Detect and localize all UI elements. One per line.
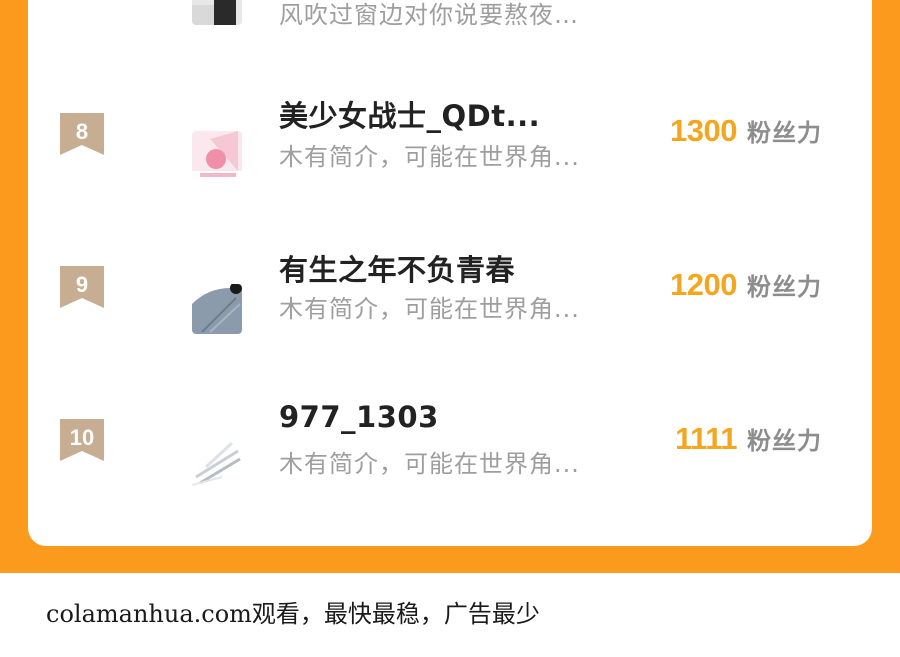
user-description: 木有简介，可能在世界角...	[279, 143, 580, 171]
fans-unit: 粉丝力	[747, 119, 822, 147]
list-item[interactable]: 8 美少女战士_QDt... 木有简介，可能在世界角... 1300 粉丝力	[28, 93, 872, 203]
ranking-card: 风吹过窗边对你说要熬夜… 8 美少女战士_QDt... 木有简介，可能在世界角.…	[28, 0, 872, 546]
user-description: 风吹过窗边对你说要熬夜…	[279, 1, 579, 29]
list-item[interactable]: 风吹过窗边对你说要熬夜…	[28, 0, 872, 50]
rank-badge: 9	[60, 266, 104, 310]
avatar[interactable]	[192, 437, 242, 487]
fans-score: 1300 粉丝力	[670, 113, 822, 149]
avatar[interactable]	[192, 131, 242, 181]
user-name[interactable]: 美少女战士_QDt...	[279, 93, 540, 135]
fans-unit: 粉丝力	[747, 273, 822, 301]
user-description: 木有简介，可能在世界角...	[279, 450, 580, 478]
rank-badge: 10	[60, 419, 104, 463]
fans-score: 1111 粉丝力	[675, 421, 822, 457]
user-description: 木有简介，可能在世界角...	[279, 295, 580, 323]
fans-count: 1111	[675, 421, 737, 456]
fans-count: 1200	[670, 267, 737, 302]
fans-score: 1200 粉丝力	[670, 267, 822, 303]
avatar[interactable]	[192, 284, 242, 334]
watermark-text: colamanhua.com观看，最快最稳，广告最少	[46, 600, 540, 628]
list-item[interactable]: 9 有生之年不负青春 木有简介，可能在世界角... 1200 粉丝力	[28, 247, 872, 357]
avatar[interactable]	[192, 0, 242, 25]
user-name[interactable]: 977_1303	[279, 400, 439, 434]
list-item[interactable]: 10 977_1303 木有简介，可能在世界角... 1111 粉丝力	[28, 400, 872, 510]
user-name[interactable]: 有生之年不负青春	[279, 247, 515, 289]
fans-unit: 粉丝力	[747, 427, 822, 455]
rank-badge: 8	[60, 113, 104, 157]
fans-count: 1300	[670, 113, 737, 148]
